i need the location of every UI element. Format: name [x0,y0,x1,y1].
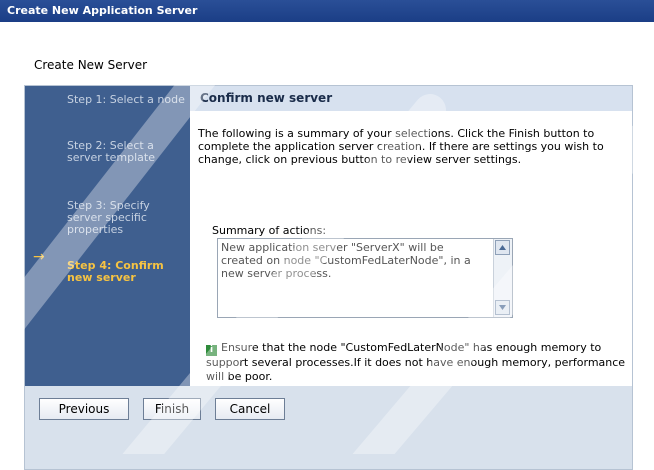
window-title-bar: Create New Application Server [0,0,654,22]
info-icon: i [206,345,217,356]
cancel-button[interactable]: Cancel [215,398,285,420]
window-title: Create New Application Server [7,4,198,17]
scroll-down-button[interactable] [495,300,510,315]
button-bar: Previous Finish Cancel [25,386,632,431]
step-2-select-template[interactable]: Step 2: Select a server template [67,140,185,164]
step-4-confirm-server[interactable]: Step 4: Confirm new server [67,260,185,284]
summary-scrollbar[interactable] [493,239,512,317]
summary-label: Summary of actions: [212,224,327,237]
description-text: The following is a summary of your selec… [198,127,604,166]
right-arrow-icon: → [33,249,45,265]
scroll-up-icon [499,245,506,250]
finish-button[interactable]: Finish [143,398,201,420]
step-3-specify-properties[interactable]: Step 3: Specify server specific properti… [67,200,185,236]
note-text: Ensure that the node "CustomFedLaterNode… [206,341,626,383]
summary-text: New application server "ServerX" will be… [221,241,471,280]
confirm-content: Confirm new server The following is a su… [190,86,632,386]
scroll-up-button[interactable] [495,240,510,255]
previous-button[interactable]: Previous [39,398,129,420]
wizard-step-sidebar: Step 1: Select a node Step 2: Select a s… [25,86,190,386]
wizard-panel: Step 1: Select a node Step 2: Select a s… [24,85,633,470]
memory-note: i Ensure that the node "CustomFedLaterNod… [206,341,626,384]
scroll-down-icon [499,305,506,310]
wizard-subtitle: Create New Server [34,58,148,72]
section-heading: Confirm new server [190,86,632,111]
step-1-select-node[interactable]: Step 1: Select a node [67,94,185,106]
summary-textarea[interactable]: New application server "ServerX" will be… [217,238,513,318]
